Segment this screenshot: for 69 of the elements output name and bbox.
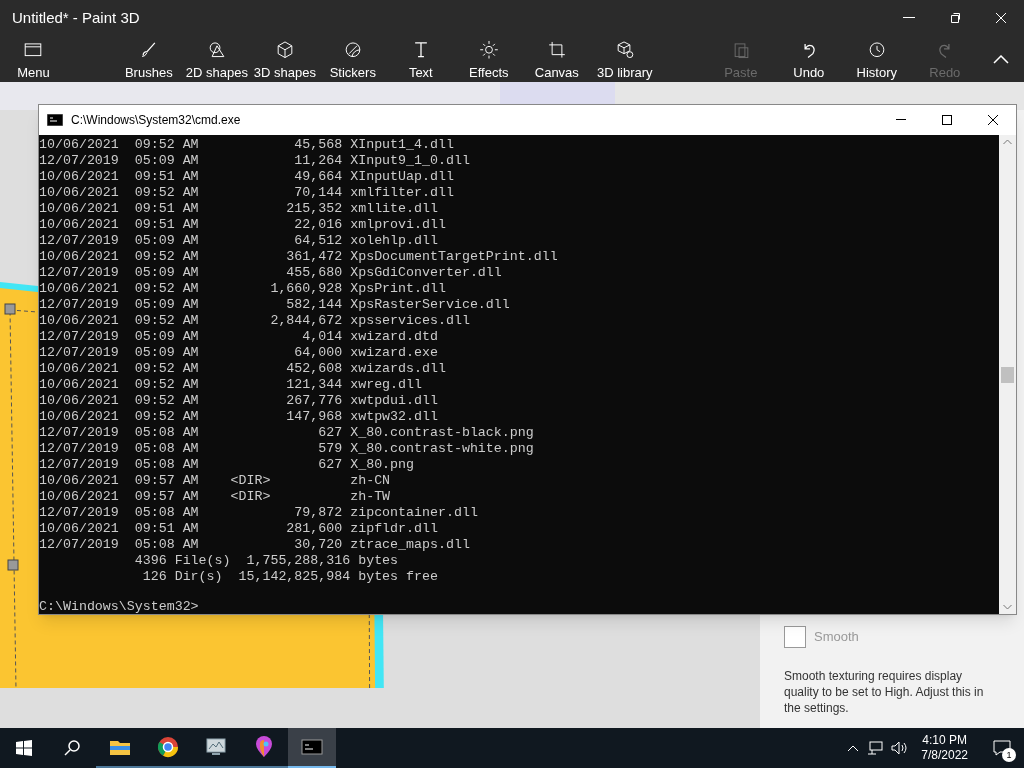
console-line: 10/06/2021 09:52 AM 361,472 XpsDocumentTargetPrint.dll [39, 249, 559, 265]
console-line: 12/07/2019 05:08 AM 79,872 zipcontainer.dll [39, 505, 479, 521]
console-icon [47, 114, 63, 126]
clock-time[interactable]: 4:10 PM [922, 733, 967, 748]
search-icon [64, 740, 80, 756]
console-title: C:\Windows\System32\cmd.exe [71, 112, 241, 129]
console-line: 10/06/2021 09:51 AM 22,016 xmlprovi.dll [39, 217, 447, 233]
console-line: 10/06/2021 09:57 AM <DIR> zh-CN [39, 473, 392, 489]
menu-button[interactable]: Menu [0, 36, 67, 82]
console-line: 10/06/2021 09:52 AM 2,844,672 xpsservices.dll [39, 313, 471, 329]
console-line: 12/07/2019 05:09 AM 4,014 xwizard.dtd [39, 329, 439, 345]
brush-button[interactable]: Brushes [114, 36, 183, 82]
console-line: 12/07/2019 05:09 AM 64,000 xwizard.exe [39, 345, 439, 361]
window-title: Untitled* - Paint 3D [11, 7, 140, 28]
minimize-icon [896, 119, 906, 121]
close-icon [995, 12, 1007, 24]
command-prompt[interactable]: C:\Windows\System32> [39, 599, 999, 614]
windows-logo-icon [16, 740, 32, 756]
notification-count: 1 [1002, 748, 1016, 762]
console-line: 10/06/2021 09:52 AM 121,344 xwreg.dll [39, 377, 423, 393]
smooth-checkbox[interactable] [784, 626, 806, 648]
console-taskbar-button[interactable] [288, 728, 336, 768]
message-icon [993, 740, 1011, 756]
console-line: 126 Dir(s) 15,142,825,984 bytes free [141, 569, 439, 585]
console-line: 12/07/2019 05:08 AM 30,720 ztrace_maps.dll [39, 537, 471, 553]
shapes3d-button[interactable]: 3D shapes [250, 36, 319, 82]
effects-button[interactable]: Effects [454, 36, 523, 82]
restore-icon [949, 12, 961, 24]
console-line: 12/07/2019 05:09 AM 582,144 XpsRasterService.dll [39, 297, 511, 313]
history-button[interactable]: History [842, 36, 911, 82]
minimize-icon [903, 17, 915, 19]
crop-frame-icon [546, 40, 567, 60]
console-line: 10/06/2021 09:51 AM 215,352 xmllite.dll [39, 201, 439, 217]
scroll-thumb[interactable] [1001, 367, 1014, 383]
text-button[interactable]: Text [386, 36, 455, 82]
console-line: 12/07/2019 05:09 AM 11,264 XInput9_1_0.dll [39, 153, 471, 169]
chevron-up-icon[interactable] [847, 744, 860, 752]
console-line: 4396 File(s) 1,755,288,316 bytes [133, 553, 400, 569]
console-line: 10/06/2021 09:52 AM 70,144 xmlfilter.dll [39, 185, 455, 201]
smooth-note: Smooth texturing requires display quality to be set to High. Adjust this in the settings. [784, 668, 985, 716]
console-line: 12/07/2019 05:09 AM 64,512 xolehlp.dll [39, 233, 439, 249]
speaker-icon[interactable] [891, 741, 910, 755]
close-icon [988, 115, 998, 125]
notifications-button[interactable]: 1 [980, 728, 1024, 768]
console-line: 10/06/2021 09:52 AM 452,608 xwizards.dll [39, 361, 447, 377]
console-line: 10/06/2021 09:52 AM 147,968 xwtpw32.dll [39, 409, 439, 425]
chevron-up-icon [993, 54, 1010, 64]
smooth-label: Smooth [814, 628, 859, 647]
clock-date[interactable]: 7/8/2022 [921, 748, 968, 763]
console-line: 10/06/2021 09:52 AM 267,776 xwtpdui.dll [39, 393, 439, 409]
sun-icon [478, 40, 499, 60]
console-line: 10/06/2021 09:57 AM <DIR> zh-TW [39, 489, 392, 505]
maximize-icon [942, 115, 952, 125]
console-line: 10/06/2021 09:51 AM 281,600 zipfldr.dll [39, 521, 439, 537]
browser-icon [156, 735, 180, 759]
console-line: 12/07/2019 05:09 AM 455,680 XpsGdiConverter.dll [39, 265, 503, 281]
library-button[interactable]: 3D library [590, 36, 659, 82]
console-line: 10/06/2021 09:51 AM 49,664 XInputUap.dll [39, 169, 455, 185]
canvas-button[interactable]: Canvas [522, 36, 591, 82]
console-line: 10/06/2021 09:52 AM 1,660,928 XpsPrint.dll [39, 281, 447, 297]
undo-button[interactable]: Undo [774, 36, 843, 82]
console-line: 12/07/2019 05:08 AM 627 X_80.png [39, 457, 416, 473]
scrollbar[interactable] [999, 135, 1016, 614]
shapes2d-button[interactable]: 2D shapes [182, 36, 251, 82]
console-line: 10/06/2021 09:52 AM 45,568 XInput1_4.dll [39, 137, 455, 153]
console-line: 12/07/2019 05:08 AM 627 X_80.contrast-black.png [39, 425, 535, 441]
network-icon[interactable] [867, 741, 884, 755]
stickers-button[interactable]: Stickers [318, 36, 387, 82]
console-line: 12/07/2019 05:08 AM 579 X_80.contrast-white.png [39, 441, 535, 457]
